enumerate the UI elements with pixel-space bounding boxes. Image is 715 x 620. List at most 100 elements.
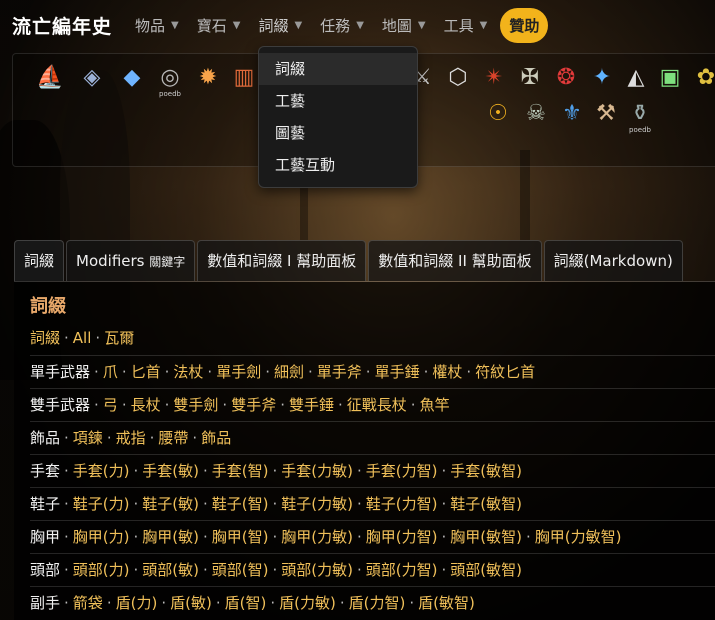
category-link[interactable]: 法杖 — [173, 363, 203, 381]
skull-icon[interactable]: ☠ — [521, 98, 551, 128]
hammer-icon[interactable]: ⚒ — [591, 98, 621, 128]
category-link[interactable]: 盾(敏) — [170, 594, 212, 612]
separator: · — [133, 528, 139, 546]
category-link[interactable]: 雙手劍 — [173, 396, 218, 414]
category-link[interactable]: 鞋子(智) — [212, 495, 269, 513]
pillar-icon[interactable]: ▥ — [229, 62, 259, 92]
nav-item-maps[interactable]: 地圖 ▼ — [382, 15, 426, 36]
disc-icon[interactable]: ◎ poedb — [155, 62, 185, 99]
category-link[interactable]: 手套(力智) — [366, 462, 438, 480]
category-link[interactable]: 胸甲(敏) — [142, 528, 199, 546]
site-brand[interactable]: 流亡編年史 — [12, 12, 112, 39]
category-row: 副手 · 箭袋 · 盾(力) · 盾(敏) · 盾(智) · 盾(力敏) · 盾(力智) · 盾(敏智) — [30, 586, 715, 620]
nav-item-gems[interactable]: 寶石 ▼ — [197, 15, 241, 36]
horror-icon[interactable]: ✿ — [691, 62, 715, 92]
category-link[interactable]: 匕首 — [131, 363, 161, 381]
separator: · — [203, 561, 208, 579]
category-link[interactable]: 胸甲(敏智) — [450, 528, 522, 546]
menu-item-modifiers[interactable]: 詞綴 — [259, 53, 417, 85]
category-link[interactable]: 頭部(力) — [73, 561, 130, 579]
category-link[interactable]: 單手斧 — [317, 363, 362, 381]
nav-label: 任務 — [320, 16, 351, 35]
category-link[interactable]: 符紋匕首 — [475, 363, 535, 381]
category-link[interactable]: 戒指 — [116, 429, 146, 447]
category-link[interactable]: 手套(智) — [212, 462, 269, 480]
caret-down-icon: ▼ — [479, 19, 488, 31]
category-link[interactable]: 盾(力智) — [349, 594, 406, 612]
category-link[interactable]: 腰帶 — [158, 429, 188, 447]
ship-icon[interactable]: ⛵ — [35, 62, 65, 92]
category-link[interactable]: 頭部(智) — [212, 561, 269, 579]
category-link[interactable]: 手套(力敏) — [281, 462, 353, 480]
orb-icon[interactable]: ◈ — [77, 62, 107, 92]
category-link[interactable]: 箭袋 — [73, 594, 103, 612]
category-link[interactable]: 盾(力) — [116, 594, 158, 612]
tab-stats-help-1[interactable]: 數值和詞綴 I 幫助面板 — [197, 240, 367, 281]
category-link[interactable]: 細劍 — [274, 363, 304, 381]
nav-item-items[interactable]: 物品 ▼ — [135, 15, 179, 36]
sigil-icon[interactable]: ❂ — [551, 62, 581, 92]
category-link[interactable]: 雙手錘 — [289, 396, 334, 414]
category-link[interactable]: 頭部(力敏) — [281, 561, 353, 579]
separator: · — [121, 396, 127, 414]
sponsor-button[interactable]: 贊助 — [500, 7, 549, 43]
category-link[interactable]: 征戰長杖 — [347, 396, 407, 414]
mask-icon[interactable]: ✠ — [515, 62, 545, 92]
category-link[interactable]: 單手錘 — [375, 363, 420, 381]
category-link[interactable]: 胸甲(力敏智) — [535, 528, 622, 546]
menu-item-craft-interaction[interactable]: 工藝互動 — [259, 149, 417, 181]
category-link[interactable]: 頭部(敏) — [142, 561, 199, 579]
category-link[interactable]: 鞋子(力智) — [366, 495, 438, 513]
tab-stats-help-2[interactable]: 數值和詞綴 II 幫助面板 — [368, 240, 542, 281]
tab-modifiers-markdown[interactable]: 詞綴(Markdown) — [543, 240, 683, 281]
relic-icon[interactable]: ▣ — [655, 62, 685, 92]
tab-modifiers[interactable]: 詞綴 — [14, 240, 65, 281]
category-link[interactable]: 胸甲(力) — [73, 528, 130, 546]
category-link[interactable]: 項鍊 — [73, 429, 103, 447]
category-link[interactable]: All — [73, 329, 92, 347]
category-link[interactable]: 權杖 — [432, 363, 462, 381]
category-link[interactable]: 手套(敏) — [142, 462, 199, 480]
category-link[interactable]: 鞋子(敏) — [142, 495, 199, 513]
menu-item-recipes[interactable]: 圖藝 — [259, 117, 417, 149]
category-link[interactable]: 單手劍 — [216, 363, 261, 381]
category-link[interactable]: 胸甲(智) — [212, 528, 269, 546]
category-link[interactable]: 詞綴 — [30, 329, 60, 347]
category-link[interactable]: 弓 — [103, 396, 118, 414]
category-link[interactable]: 盾(智) — [225, 594, 267, 612]
category-link[interactable]: 手套(力) — [73, 462, 130, 480]
category-link[interactable]: 胸甲(力智) — [366, 528, 438, 546]
category-link[interactable]: 長杖 — [131, 396, 161, 414]
category-link[interactable]: 盾(力敏) — [279, 594, 336, 612]
category-link[interactable]: 手套(敏智) — [450, 462, 522, 480]
nav-item-quests[interactable]: 任務 ▼ — [320, 15, 364, 36]
category-link[interactable]: 胸甲(力敏) — [281, 528, 353, 546]
splash-icon[interactable]: ✦ — [587, 62, 617, 92]
crystal-icon[interactable]: ◆ — [117, 62, 147, 92]
category-link[interactable]: 頭部(力智) — [366, 561, 438, 579]
category-link[interactable]: 雙手斧 — [231, 396, 276, 414]
category-link[interactable]: 爪 — [103, 363, 118, 381]
category-link[interactable]: 魚竿 — [420, 396, 450, 414]
fleur-icon[interactable]: ⚜ — [557, 98, 587, 128]
nav-item-tools[interactable]: 工具 ▼ — [444, 15, 488, 36]
nav-item-modifiers[interactable]: 詞綴 ▼ — [258, 15, 302, 36]
sun-eye-icon[interactable]: ☉ — [483, 98, 513, 128]
eye-icon[interactable]: ◭ — [621, 62, 651, 92]
flask-icon[interactable]: ⚱ poedb — [625, 98, 655, 135]
separator: · — [64, 528, 69, 546]
separator: · — [64, 594, 69, 612]
category-link[interactable]: 鞋子(力敏) — [281, 495, 353, 513]
bonfire-icon[interactable]: ✹ — [193, 62, 223, 92]
category-label: 頭部 — [30, 561, 61, 579]
category-link[interactable]: 盾(敏智) — [418, 594, 475, 612]
category-link[interactable]: 鞋子(敏智) — [450, 495, 522, 513]
category-link[interactable]: 飾品 — [201, 429, 231, 447]
category-link[interactable]: 瓦爾 — [104, 329, 134, 347]
category-link[interactable]: 頭部(敏智) — [450, 561, 522, 579]
menu-item-crafting[interactable]: 工藝 — [259, 85, 417, 117]
category-link[interactable]: 鞋子(力) — [73, 495, 130, 513]
star-rune-icon[interactable]: ✴ — [479, 62, 509, 92]
tab-modifiers-keywords[interactable]: Modifiers 關鍵字 — [66, 240, 196, 281]
cube-icon[interactable]: ⬡ — [443, 62, 473, 92]
